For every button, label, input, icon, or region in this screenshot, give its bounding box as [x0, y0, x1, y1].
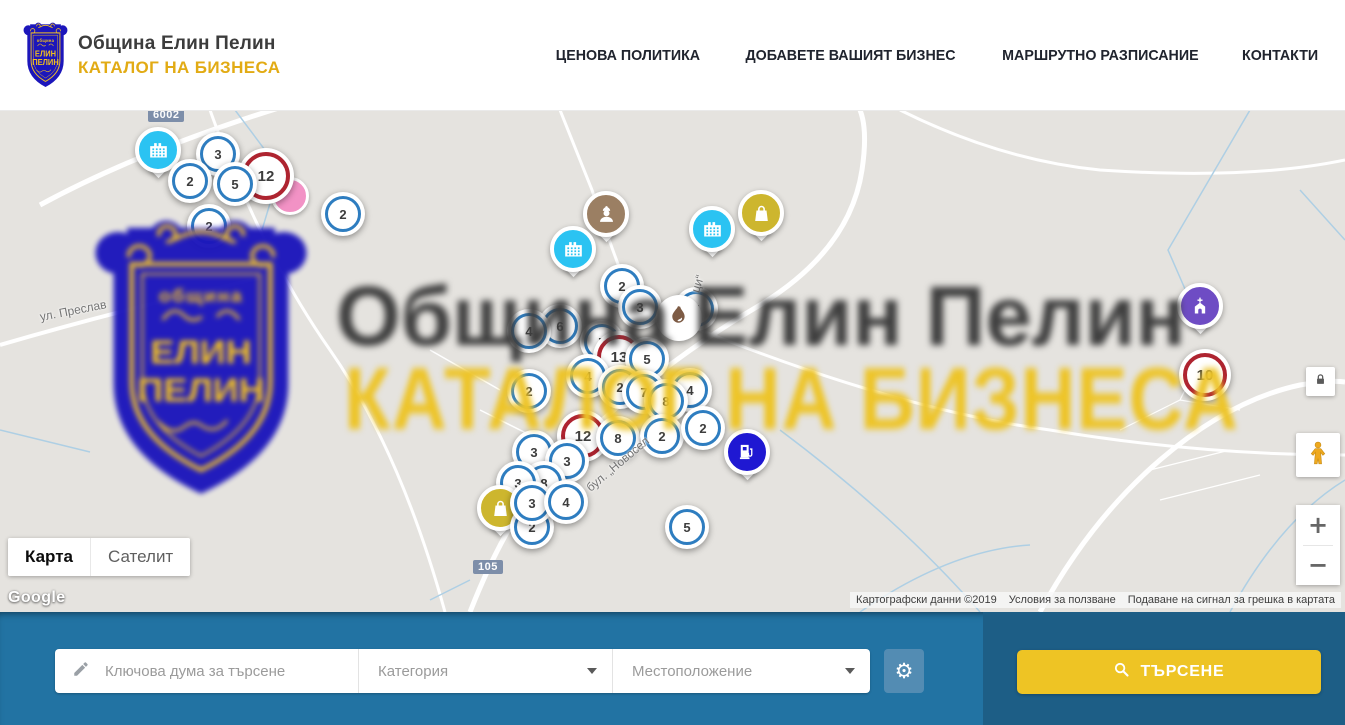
factory-icon [702, 219, 723, 240]
bag-icon [751, 203, 772, 224]
cluster-marker[interactable]: 2 [321, 192, 365, 236]
chevron-down-icon [845, 668, 855, 674]
cluster-marker[interactable]: 2 [640, 414, 684, 458]
brand-title: Община Елин Пелин [78, 33, 280, 55]
advanced-settings-button[interactable]: ⚙ [884, 649, 924, 693]
flame-icon [666, 303, 692, 334]
zoom-out-button[interactable]: − [1296, 546, 1340, 586]
pencil-icon [72, 660, 90, 683]
cluster-marker[interactable]: 2 [681, 406, 725, 450]
search-button[interactable]: ТЪРСЕНЕ [1017, 650, 1321, 694]
nav-add-business[interactable]: ДОБАВЕТЕ ВАШИЯТ БИЗНЕС [745, 47, 955, 64]
svg-text:община: община [37, 38, 55, 43]
location-select-label: Местоположение [632, 663, 752, 680]
municipality-crest-logo: община ЕЛИНПЕЛИН [22, 22, 69, 88]
search-button-label: ТЪРСЕНЕ [1140, 663, 1224, 681]
category-select[interactable]: Категория [358, 649, 612, 693]
svg-text:ПЕЛИН: ПЕЛИН [32, 58, 59, 67]
category-select-label: Категория [378, 663, 448, 680]
bag-icon [490, 498, 511, 519]
header: община ЕЛИНПЕЛИН Община Елин Пелин КАТАЛО… [0, 0, 1345, 111]
zoom-in-button[interactable]: + [1296, 505, 1340, 545]
google-logo[interactable]: Google [8, 589, 66, 607]
lock-button[interactable] [1306, 367, 1335, 396]
factory-icon [148, 140, 169, 161]
lock-icon [1313, 372, 1328, 392]
zoom-control: + − [1296, 505, 1340, 585]
nav-pricing[interactable]: ЦЕНОВА ПОЛИТИКА [556, 47, 700, 64]
search-bar: Категория Местоположение ⚙ ТЪРСЕНЕ [0, 612, 1345, 725]
cluster-marker[interactable]: 4 [507, 309, 551, 353]
svg-text:ЕЛИН: ЕЛИН [35, 49, 57, 58]
cluster-marker[interactable]: 3 [618, 285, 662, 329]
nav-contacts[interactable]: КОНТАКТИ [1242, 47, 1318, 64]
search-icon [1113, 661, 1130, 683]
attribution-text: Картографски данни ©2019 [850, 592, 1003, 608]
church-icon [1190, 296, 1210, 316]
search-group: Категория Местоположение [55, 649, 870, 693]
cluster-marker[interactable]: 5 [213, 162, 257, 206]
chevron-down-icon [587, 668, 597, 674]
bag-pin[interactable] [738, 190, 784, 252]
road-badge: 6002 [148, 110, 184, 122]
keyword-input[interactable] [103, 662, 347, 681]
gear-icon: ⚙ [895, 659, 914, 683]
road-badge: 105 [473, 560, 503, 574]
map-type-control: Карта Сателит [8, 538, 190, 576]
brand-subtitle: КАТАЛОГ НА БИЗНЕСА [78, 58, 280, 78]
factory-icon [563, 239, 584, 260]
church-pin[interactable] [1177, 283, 1223, 345]
map-type-map-button[interactable]: Карта [8, 538, 90, 576]
flame-marker[interactable] [656, 295, 702, 341]
factory-pin[interactable] [550, 226, 596, 288]
brand[interactable]: община ЕЛИНПЕЛИН Община Елин Пелин КАТАЛО… [22, 22, 280, 88]
cluster-marker[interactable]: 2 [507, 369, 551, 413]
pegman-icon [1305, 440, 1331, 471]
cluster-marker[interactable]: 10 [1179, 349, 1231, 401]
fuel-pin[interactable] [724, 429, 770, 491]
cluster-marker[interactable]: 5 [665, 505, 709, 549]
map-canvas[interactable]: 3122522235647135422748128223383234510 об… [0, 110, 1345, 612]
keyword-field [55, 649, 358, 693]
attribution-link[interactable]: Подаване на сигнал за грешка в картата [1122, 592, 1341, 608]
fuel-icon [737, 442, 757, 462]
factory-pin[interactable] [689, 206, 735, 268]
cluster-marker[interactable]: 2 [187, 204, 231, 248]
location-select[interactable]: Местоположение [612, 649, 870, 693]
worker-icon [596, 204, 617, 225]
main-nav: ЦЕНОВА ПОЛИТИКА ДОБАВЕТЕ ВАШИЯТ БИЗНЕС МАР… [552, 0, 1320, 110]
map-type-satellite-button[interactable]: Сателит [90, 538, 190, 576]
cluster-marker[interactable]: 4 [544, 480, 588, 524]
attribution-link[interactable]: Условия за ползване [1003, 592, 1122, 608]
cluster-marker[interactable]: 2 [168, 159, 212, 203]
nav-schedule[interactable]: МАРШРУТНО РАЗПИСАНИЕ [1002, 47, 1198, 64]
map-attribution: Картографски данни ©2019Условия за ползв… [850, 592, 1341, 608]
pegman-button[interactable] [1296, 433, 1340, 477]
search-panel: ТЪРСЕНЕ [983, 612, 1345, 725]
